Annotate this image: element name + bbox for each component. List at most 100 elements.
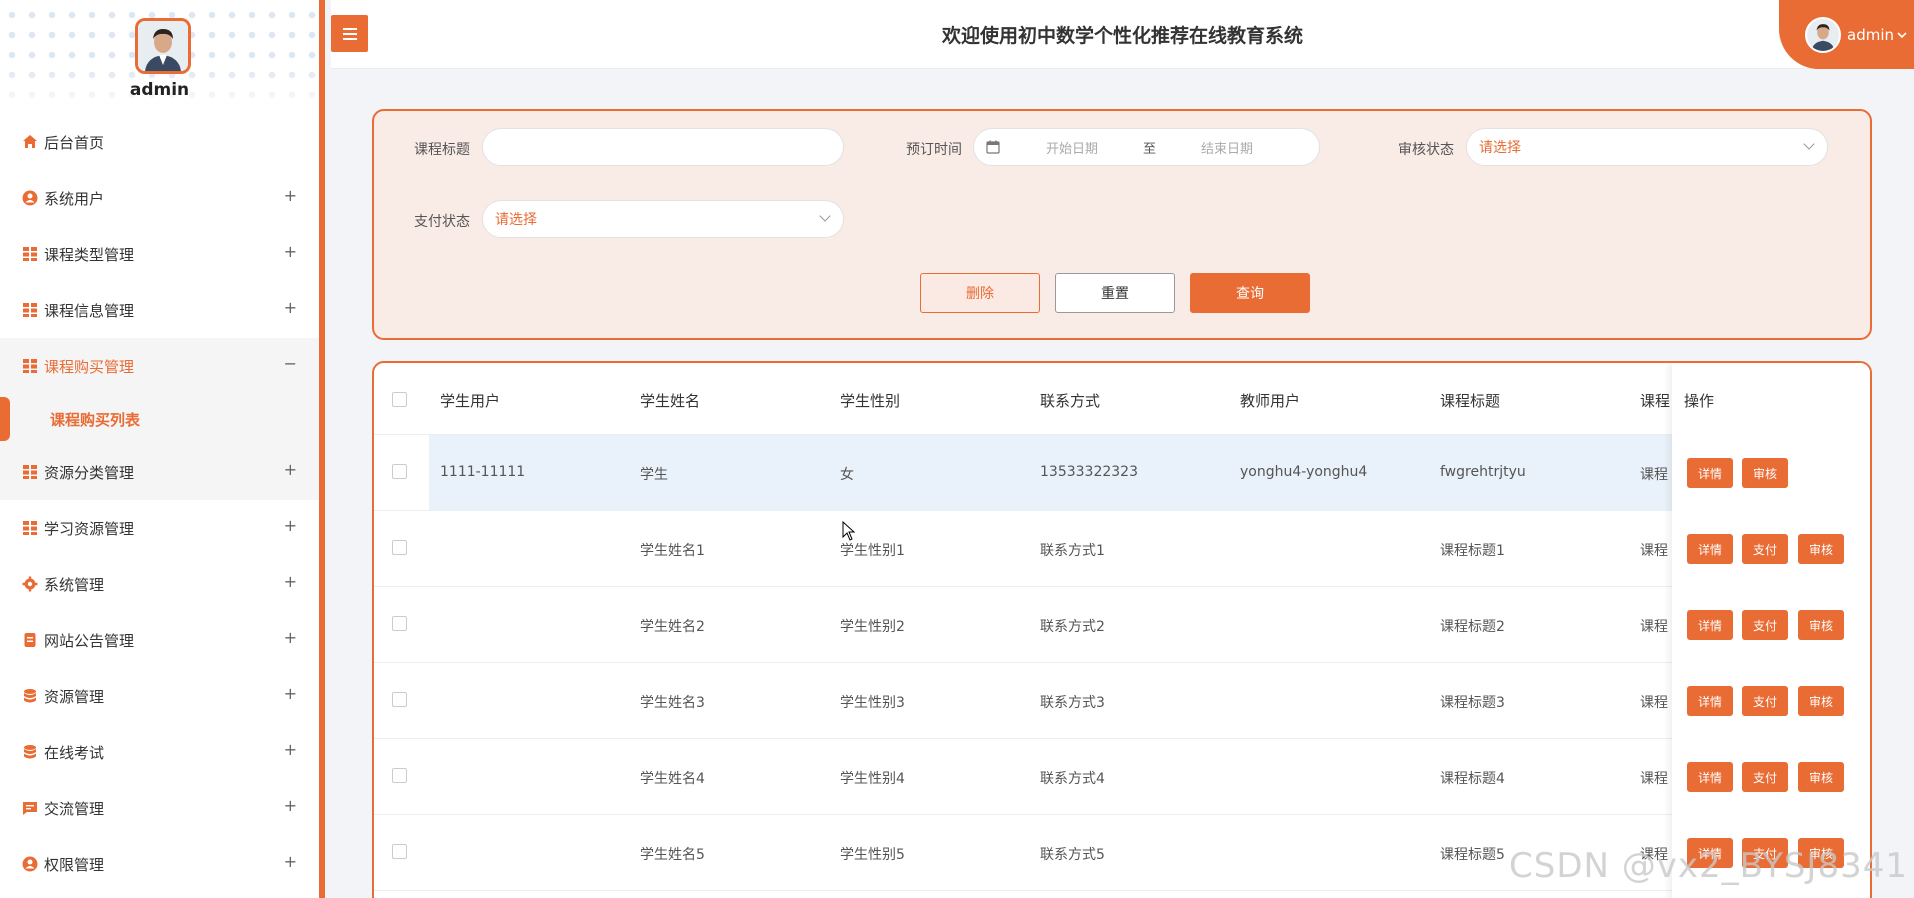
expand-icon[interactable]: + [284, 796, 297, 815]
detail-button[interactable]: 详情 [1687, 534, 1733, 564]
sidebar-item-online-exam[interactable]: 在线考试 + [0, 724, 319, 780]
delete-button[interactable]: 删除 [920, 273, 1040, 313]
column-header[interactable]: 课程 [1640, 390, 1670, 411]
table-row[interactable]: 学生姓名3 学生性别3 联系方式3 课程标题3 课程 [374, 663, 1870, 739]
row-checkbox[interactable] [392, 616, 407, 631]
sidebar-item-permissions[interactable]: 权限管理 + [0, 836, 319, 892]
expand-icon[interactable]: + [284, 460, 297, 479]
sidebar-item-resources[interactable]: 资源管理 + [0, 668, 319, 724]
detail-button[interactable]: 详情 [1687, 686, 1733, 716]
column-header[interactable]: 学生用户 [440, 390, 500, 411]
review-button[interactable]: 审核 [1798, 534, 1844, 564]
expand-icon[interactable]: + [284, 628, 297, 647]
sidebar-item-course-type[interactable]: 课程类型管理 + [0, 226, 319, 282]
row-checkbox[interactable] [392, 768, 407, 783]
sidebar-item-system-users[interactable]: 系统用户 + [0, 170, 319, 226]
chat-icon [23, 802, 37, 815]
expand-icon[interactable]: + [284, 186, 297, 205]
sidebar-item-label: 网站公告管理 [44, 631, 135, 650]
grid-icon [23, 465, 37, 479]
cell-teacher-user: yonghu4-yonghu4 [1240, 464, 1368, 480]
calendar-icon [986, 140, 1000, 154]
sidebar-item-course-purchase[interactable]: 课程购买管理 − [0, 338, 319, 394]
expand-icon[interactable]: + [284, 740, 297, 759]
grid-icon [23, 247, 37, 261]
expand-icon[interactable]: + [284, 852, 297, 871]
end-date-input[interactable]: 结束日期 [1201, 138, 1253, 157]
review-button[interactable]: 审核 [1742, 458, 1788, 488]
review-status-label: 审核状态 [1398, 142, 1454, 158]
sidebar-item-home[interactable]: 后台首页 [0, 114, 319, 170]
review-button[interactable]: 审核 [1798, 762, 1844, 792]
row-checkbox[interactable] [392, 464, 407, 479]
detail-button[interactable]: 详情 [1687, 610, 1733, 640]
order-date-range[interactable]: 开始日期 至 结束日期 [973, 128, 1320, 166]
detail-button[interactable]: 详情 [1687, 458, 1733, 488]
gear-icon [22, 576, 38, 592]
sidebar-item-resource-category[interactable]: 资源分类管理 + [0, 444, 319, 500]
row-checkbox[interactable] [392, 844, 407, 859]
column-header[interactable]: 联系方式 [1040, 390, 1100, 411]
review-button[interactable]: 审核 [1798, 610, 1844, 640]
cell-course-title: 课程标题4 [1440, 771, 1505, 787]
reset-button[interactable]: 重置 [1055, 273, 1175, 313]
expand-icon[interactable]: + [284, 572, 297, 591]
cell-student-gender: 学生性别2 [840, 619, 905, 635]
table-row[interactable]: 学生姓名1 学生性别1 联系方式1 课程标题1 课程 [374, 511, 1870, 587]
sidebar-item-label: 资源管理 [44, 687, 105, 706]
row-checkbox[interactable] [392, 540, 407, 555]
table-row[interactable]: 1111-11111 学生 女 13533322323 yonghu4-yong… [374, 435, 1870, 511]
sidebar-item-communication[interactable]: 交流管理 + [0, 780, 319, 836]
cell-course-title: 课程标题1 [1440, 543, 1505, 559]
cell-student-name: 学生 [640, 467, 668, 483]
pay-button[interactable]: 支付 [1742, 686, 1788, 716]
user-icon [22, 856, 38, 872]
sidebar-item-announcements[interactable]: 网站公告管理 + [0, 612, 319, 668]
user-menu[interactable]: admin [1779, 0, 1914, 69]
detail-button[interactable]: 详情 [1687, 762, 1733, 792]
pay-button[interactable]: 支付 [1742, 534, 1788, 564]
sidebar-subitem-purchase-list[interactable]: 课程购买列表 [0, 394, 319, 444]
cell-course-title: 课程标题5 [1440, 847, 1505, 863]
expand-icon[interactable]: + [284, 684, 297, 703]
expand-icon[interactable]: + [284, 298, 297, 317]
start-date-input[interactable]: 开始日期 [1046, 138, 1098, 157]
date-range-separator: 至 [1143, 141, 1157, 157]
sidebar-item-system-management[interactable]: 系统管理 + [0, 556, 319, 612]
pay-status-select[interactable]: 请选择 [482, 200, 844, 238]
review-status-select[interactable]: 请选择 [1466, 128, 1828, 166]
column-header[interactable]: 课程标题 [1440, 390, 1500, 411]
order-time-label: 预订时间 [906, 142, 962, 158]
table-row[interactable]: 学生姓名4 学生性别4 联系方式4 课程标题4 课程 [374, 739, 1870, 815]
cell-contact: 联系方式1 [1040, 543, 1105, 559]
operations-column: 操作 详情 审核 详情 支付 审核 详情 支付 审核 详情 支付 审核 详情 支… [1672, 363, 1870, 898]
cell-student-name: 学生姓名4 [640, 771, 705, 787]
course-title-input[interactable] [482, 128, 844, 166]
expand-icon[interactable]: + [284, 516, 297, 535]
select-all-checkbox[interactable] [392, 392, 407, 407]
sidebar-item-learning-resource[interactable]: 学习资源管理 + [0, 500, 319, 556]
column-header[interactable]: 学生性别 [840, 390, 900, 411]
sidebar-menu: 后台首页 系统用户 + 课程类型管理 + 课程信息管理 + 课程购买管理 − 课… [0, 114, 319, 892]
row-checkbox[interactable] [392, 692, 407, 707]
query-button[interactable]: 查询 [1190, 273, 1310, 313]
review-button[interactable]: 审核 [1798, 686, 1844, 716]
cell-course: 课程 [1640, 467, 1668, 483]
grid-icon [23, 303, 37, 317]
cell-student-user: 1111-11111 [440, 464, 526, 480]
page-title: 欢迎使用初中数学个性化推荐在线教育系统 [941, 25, 1303, 47]
sidebar-item-label: 交流管理 [44, 799, 105, 818]
column-header[interactable]: 教师用户 [1240, 390, 1300, 411]
collapse-icon[interactable]: − [284, 354, 297, 373]
database-icon [24, 745, 36, 759]
pay-button[interactable]: 支付 [1742, 610, 1788, 640]
table-row[interactable]: 学生姓名2 学生性别2 联系方式2 课程标题2 课程 [374, 587, 1870, 663]
sidebar-username: admin [129, 80, 190, 100]
expand-icon[interactable]: + [284, 242, 297, 261]
sidebar-item-course-info[interactable]: 课程信息管理 + [0, 282, 319, 338]
avatar[interactable] [135, 18, 191, 74]
column-header[interactable]: 学生姓名 [640, 390, 700, 411]
cell-student-name: 学生姓名3 [640, 695, 705, 711]
sidebar-item-label: 权限管理 [44, 855, 105, 874]
pay-button[interactable]: 支付 [1742, 762, 1788, 792]
